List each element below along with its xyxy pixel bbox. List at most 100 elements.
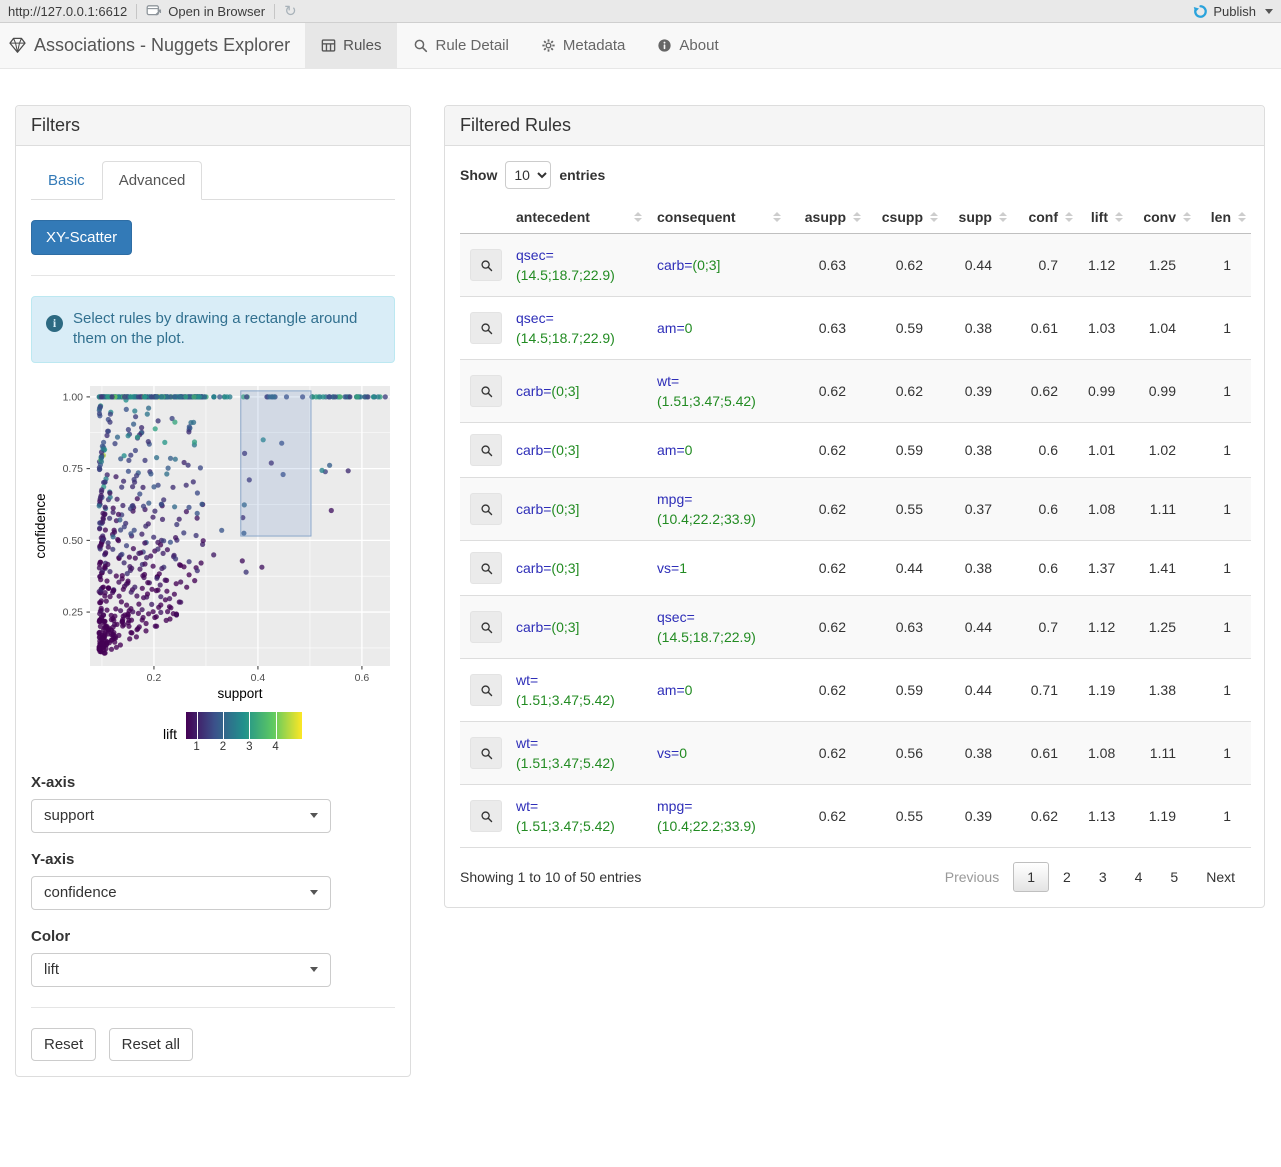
conv-value: 1.11	[1128, 477, 1196, 541]
csupp-value: 0.62	[866, 359, 943, 423]
tab-advanced[interactable]: Advanced	[101, 161, 203, 200]
refresh-icon[interactable]: ↻	[284, 4, 297, 19]
column-header-len[interactable]: len	[1196, 201, 1251, 234]
magnifier-icon	[480, 322, 492, 334]
lift-value: 1.12	[1078, 595, 1128, 659]
page-button-4[interactable]: 4	[1121, 862, 1157, 892]
tab-basic[interactable]: Basic	[31, 161, 102, 200]
color-label: Color	[31, 927, 71, 945]
row-detail-button[interactable]	[470, 737, 502, 769]
viridis-gradient-bar	[186, 711, 302, 739]
sort-icon[interactable]	[999, 212, 1007, 222]
svg-text:0.25: 0.25	[63, 606, 84, 618]
page-button-2[interactable]: 2	[1049, 862, 1085, 892]
len-value: 1	[1196, 540, 1251, 596]
scatter-plot[interactable]: 0.2 0.4 0.6 0.25 0.50 0.75 1.00 support confiden…	[31, 378, 395, 756]
csupp-value: 0.59	[866, 422, 943, 478]
page-length-select[interactable]: 10	[505, 161, 552, 189]
csupp-value: 0.55	[866, 477, 943, 541]
row-detail-button[interactable]	[470, 611, 502, 643]
row-detail-button[interactable]	[470, 434, 502, 466]
x-axis-select[interactable]: support	[31, 798, 331, 833]
sort-icon[interactable]	[853, 212, 861, 222]
conf-value: 0.6	[1012, 540, 1078, 596]
conv-value: 1.25	[1128, 595, 1196, 659]
entries-label: entries	[559, 167, 606, 183]
tab-about[interactable]: About	[641, 23, 734, 68]
sort-icon[interactable]	[1238, 212, 1246, 222]
svg-text:0.6: 0.6	[355, 672, 370, 684]
y-axis-select[interactable]: confidence	[31, 875, 331, 910]
sort-icon[interactable]	[1115, 212, 1123, 222]
publish-icon	[1194, 4, 1208, 18]
consequent-cell: qsec=(14.5;18.7;22.9)	[647, 595, 786, 659]
lift-value: 1.03	[1078, 296, 1128, 360]
asupp-value: 0.62	[786, 721, 866, 785]
supp-value: 0.39	[943, 784, 1012, 848]
supp-value: 0.38	[943, 296, 1012, 360]
sort-icon[interactable]	[1065, 212, 1073, 222]
consequent-cell: carb=(0;3]	[647, 233, 786, 297]
len-value: 1	[1196, 296, 1251, 360]
tab-rule-detail[interactable]: Rule Detail	[397, 23, 524, 68]
row-detail-button[interactable]	[470, 375, 502, 407]
color-legend: lift 1 2 3 4	[163, 711, 395, 756]
csupp-value: 0.62	[866, 233, 943, 297]
column-header-supp[interactable]: supp	[943, 201, 1012, 234]
column-header-asupp[interactable]: asupp	[786, 201, 866, 234]
magnifier-icon	[480, 621, 492, 633]
row-detail-button[interactable]	[470, 674, 502, 706]
publish-button[interactable]: Publish	[1193, 4, 1273, 19]
table-row: qsec=(14.5;18.7;22.9) am=0 0.63 0.59 0.38 0.6…	[460, 296, 1251, 360]
conf-value: 0.61	[1012, 296, 1078, 360]
magnifier-icon	[480, 444, 492, 456]
legend-label: lift	[163, 725, 177, 742]
consequent-cell: am=0	[647, 658, 786, 722]
row-detail-button[interactable]	[470, 552, 502, 584]
open-in-browser-button[interactable]: Open in Browser	[146, 4, 265, 19]
conv-value: 1.41	[1128, 540, 1196, 596]
sort-icon[interactable]	[773, 212, 781, 222]
conv-value: 1.02	[1128, 422, 1196, 478]
color-select[interactable]: lift	[31, 952, 331, 987]
tab-metadata[interactable]: Metadata	[525, 23, 642, 68]
page-button-1[interactable]: 1	[1013, 862, 1050, 892]
reset-button[interactable]: Reset	[31, 1027, 97, 1061]
supp-value: 0.39	[943, 359, 1012, 423]
window-icon	[146, 5, 162, 16]
row-detail-button[interactable]	[470, 249, 502, 281]
row-detail-button[interactable]	[470, 312, 502, 344]
lift-value: 0.99	[1078, 359, 1128, 423]
column-header-csupp[interactable]: csupp	[866, 201, 943, 234]
sort-icon[interactable]	[930, 212, 938, 222]
sort-icon[interactable]	[1183, 212, 1191, 222]
filtered-rules-title: Filtered Rules	[445, 106, 1264, 146]
column-header-lift[interactable]: lift	[1078, 201, 1128, 234]
row-detail-button[interactable]	[470, 493, 502, 525]
column-header-consequent[interactable]: consequent	[647, 201, 786, 234]
antecedent-cell: wt=(1.51;3.47;5.42)	[506, 721, 647, 785]
previous-page-button[interactable]: Previous	[931, 862, 1013, 892]
column-header-antecedent[interactable]: antecedent	[506, 201, 647, 234]
len-value: 1	[1196, 784, 1251, 848]
asupp-value: 0.62	[786, 658, 866, 722]
svg-text:0.75: 0.75	[63, 463, 84, 475]
column-header-conf[interactable]: conf	[1012, 201, 1078, 234]
page-button-3[interactable]: 3	[1085, 862, 1121, 892]
table-row: carb=(0;3] wt=(1.51;3.47;5.42) 0.62 0.62 0.3…	[460, 359, 1251, 423]
chevron-down-icon[interactable]	[1265, 8, 1273, 14]
next-page-button[interactable]: Next	[1192, 862, 1249, 892]
row-detail-button[interactable]	[470, 800, 502, 832]
sort-icon[interactable]	[634, 212, 642, 222]
navbar: Associations - Nuggets Explorer Rules Ru…	[0, 23, 1281, 69]
antecedent-cell: carb=(0;3]	[506, 595, 647, 659]
len-value: 1	[1196, 721, 1251, 785]
page-button-5[interactable]: 5	[1156, 862, 1192, 892]
tab-rules[interactable]: Rules	[305, 23, 398, 68]
divider	[136, 3, 138, 19]
column-header-conv[interactable]: conv	[1128, 201, 1196, 234]
filtered-rules-panel: Filtered Rules Show 10 entries anteceden…	[444, 105, 1265, 908]
xy-scatter-button[interactable]: XY-Scatter	[31, 220, 133, 255]
reset-all-button[interactable]: Reset all	[108, 1027, 193, 1061]
asupp-value: 0.62	[786, 595, 866, 659]
